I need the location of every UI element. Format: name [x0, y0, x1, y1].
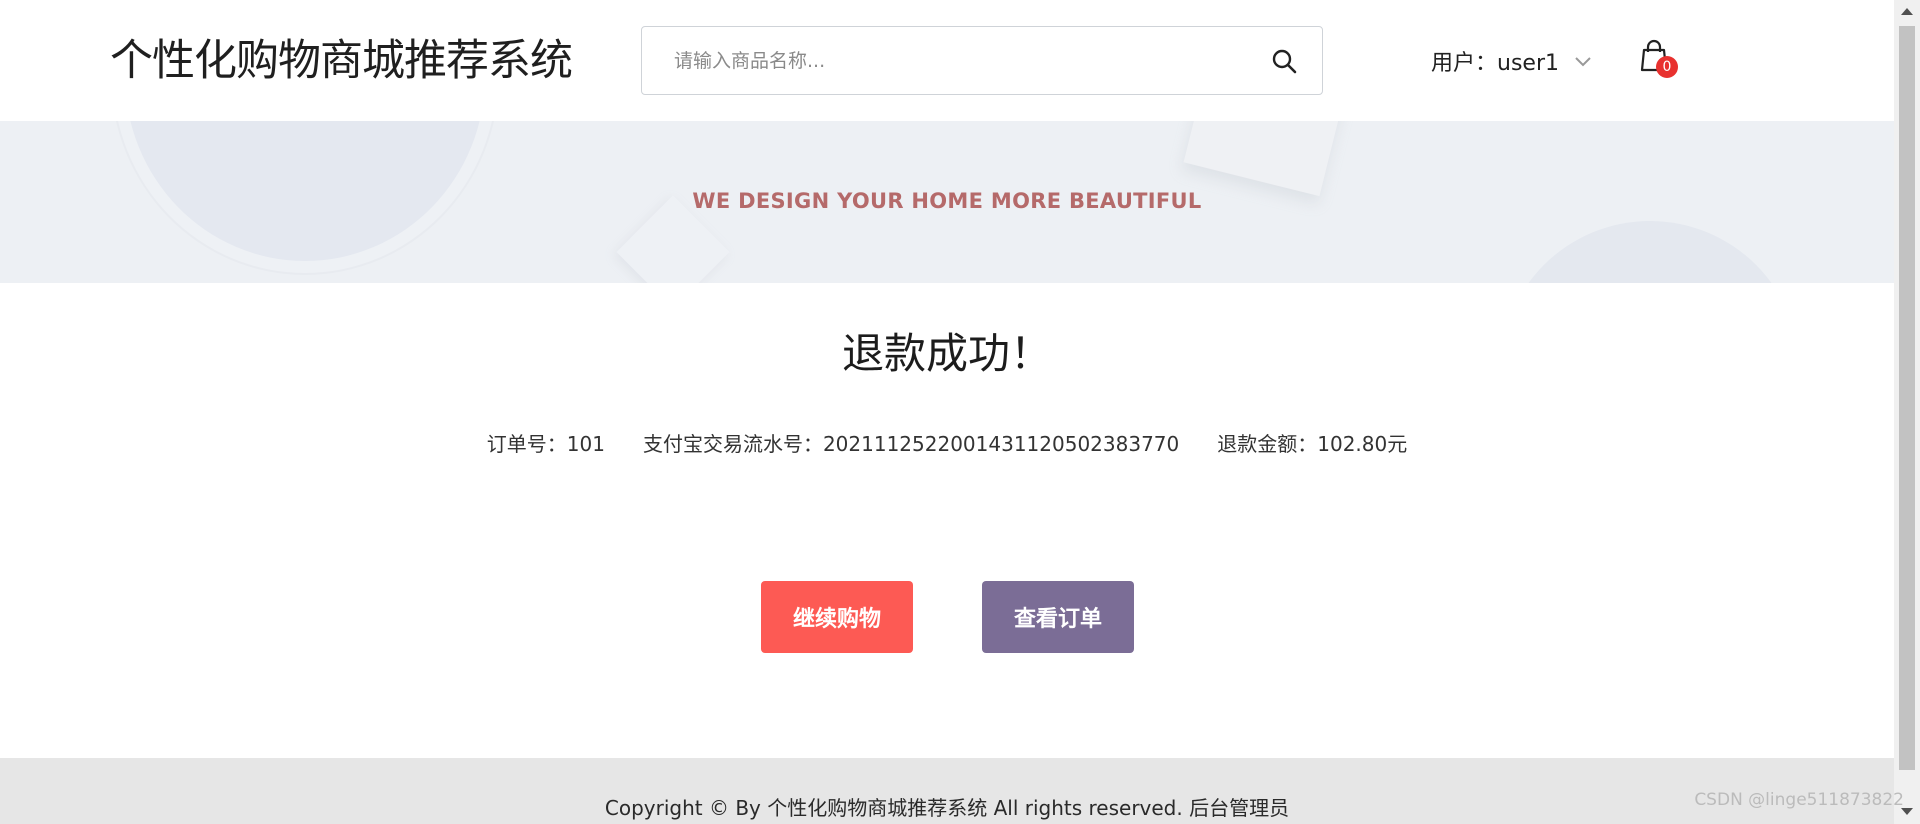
refund-amount: 退款金额：102.80元 — [1217, 432, 1408, 456]
admin-link[interactable]: 后台管理员 — [1189, 796, 1289, 820]
chevron-down-icon — [1573, 51, 1593, 71]
user-menu-label: 用户：user1 — [1431, 51, 1559, 76]
hero-banner: WE DESIGN YOUR HOME MORE BEAUTIFUL — [0, 121, 1894, 283]
search-box — [641, 26, 1323, 95]
copyright-text: Copyright © By 个性化购物商城推荐系统 All rights re… — [604, 796, 1183, 820]
continue-shopping-button[interactable]: 继续购物 — [761, 581, 913, 653]
alipay-trade-number: 支付宝交易流水号：2021112522001431120502383770 — [642, 432, 1180, 456]
order-number: 订单号：101 — [486, 432, 605, 456]
page: 个性化购物商城推荐系统 用户：user1 — [0, 0, 1920, 824]
copyright: Copyright © By 个性化购物商城推荐系统 All rights re… — [0, 792, 1894, 821]
search-input[interactable] — [672, 27, 1232, 94]
action-buttons: 继续购物 查看订单 — [761, 581, 1134, 653]
scrollbar-thumb[interactable] — [1899, 26, 1915, 770]
page-title: 退款成功！ — [841, 329, 1052, 378]
user-menu[interactable]: 用户：user1 — [1431, 44, 1593, 78]
cart-button[interactable]: 0 — [1636, 38, 1680, 82]
footer: Copyright © By 个性化购物商城推荐系统 All rights re… — [0, 758, 1894, 824]
cart-count-badge: 0 — [1656, 56, 1678, 78]
refund-info: 订单号：101 支付宝交易流水号：20211125220014311205023… — [0, 428, 1894, 457]
banner-decoration — [1183, 121, 1349, 197]
vertical-scrollbar[interactable] — [1894, 0, 1920, 824]
banner-tagline: WE DESIGN YOUR HOME MORE BEAUTIFUL — [692, 189, 1202, 213]
search-icon[interactable] — [1270, 47, 1298, 75]
view-orders-button[interactable]: 查看订单 — [982, 581, 1134, 653]
header: 个性化购物商城推荐系统 用户：user1 — [0, 0, 1894, 121]
site-title[interactable]: 个性化购物商城推荐系统 — [110, 30, 573, 92]
banner-decoration — [1500, 221, 1800, 283]
scroll-up-arrow-icon[interactable] — [1901, 8, 1913, 15]
watermark: CSDN @linge511873822 — [1694, 790, 1904, 810]
